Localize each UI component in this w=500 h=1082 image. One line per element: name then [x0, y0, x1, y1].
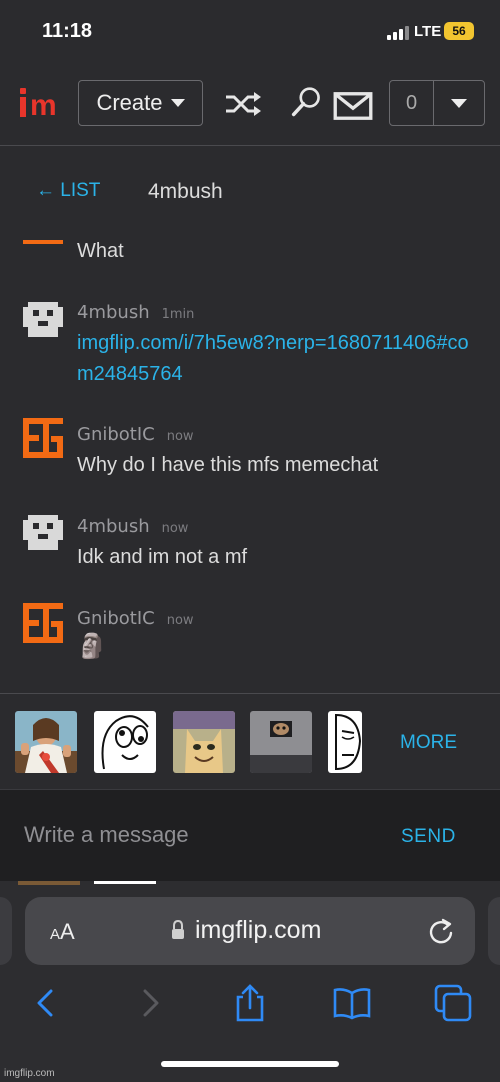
avatar[interactable]	[23, 418, 63, 458]
thumbnail-buddy-christ[interactable]	[15, 711, 77, 773]
notification-count-button[interactable]: 0	[389, 80, 434, 126]
status-bar: 11:18 LTE 56	[0, 0, 500, 60]
message-composer: Write a message SEND	[0, 789, 500, 881]
text-size-small: A	[50, 926, 61, 943]
mail-icon[interactable]	[333, 90, 373, 122]
username-text[interactable]: GnibotIC	[77, 424, 155, 445]
site-header: m Create 0	[0, 60, 500, 146]
url-domain[interactable]: imgflip.com	[195, 916, 321, 945]
message-link[interactable]: imgflip.com/i/7h5ew8?nerp=1680711406#com…	[77, 328, 477, 390]
thumbnail-smiling-cat[interactable]	[173, 711, 235, 773]
imgflip-logo[interactable]: m	[18, 88, 62, 122]
username-text[interactable]: 4mbush	[77, 516, 150, 537]
back-icon[interactable]	[26, 983, 66, 1023]
previous-tab-peek[interactable]	[0, 897, 12, 965]
bookmarks-icon[interactable]	[332, 983, 372, 1023]
next-tab-peek[interactable]	[488, 897, 500, 965]
create-button[interactable]: Create	[78, 80, 203, 126]
send-button[interactable]: SEND	[401, 826, 456, 848]
back-to-list-link[interactable]: ← LIST	[36, 180, 100, 202]
chat-title: 4mbush	[148, 180, 223, 203]
message-time: now	[166, 613, 194, 628]
forward-icon	[143, 989, 159, 1017]
message-time: 1min	[161, 307, 195, 322]
text-size-button[interactable]: AA	[50, 919, 75, 945]
thumbnail-okay-guy[interactable]	[328, 711, 362, 773]
message-input[interactable]: Write a message	[24, 822, 189, 848]
username-text[interactable]: GnibotIC	[77, 608, 155, 629]
content-peek	[18, 881, 156, 885]
notifications-dropdown-button[interactable]	[433, 80, 485, 126]
notification-count: 0	[405, 91, 418, 114]
create-label: Create	[96, 90, 163, 115]
avatar-placeholder	[23, 240, 63, 244]
moai-emoji: 🗿	[77, 633, 107, 660]
avatar[interactable]	[23, 297, 63, 337]
lock-icon	[172, 920, 184, 939]
caret-down-icon	[170, 99, 185, 107]
more-memes-button[interactable]: MORE	[400, 732, 457, 754]
address-bar[interactable]: AA imgflip.com	[25, 897, 475, 965]
username-text[interactable]: 4mbush	[77, 302, 150, 323]
signal-icon	[387, 26, 409, 40]
home-indicator	[161, 1061, 339, 1067]
avatar[interactable]	[23, 603, 63, 643]
shuffle-icon[interactable]	[224, 88, 264, 120]
avatar[interactable]	[23, 510, 63, 550]
status-time: 11:18	[42, 20, 93, 42]
browser-toolbar: AA imgflip.com imgflip.com	[0, 881, 500, 1082]
meme-template-strip: MORE	[0, 693, 500, 789]
reload-icon[interactable]	[427, 917, 455, 945]
share-icon[interactable]	[230, 983, 270, 1023]
message-username[interactable]: 4mbush now	[77, 516, 188, 537]
thumbnail-derp[interactable]	[94, 711, 156, 773]
search-icon[interactable]	[287, 86, 327, 118]
message-username[interactable]: GnibotIC now	[77, 608, 194, 629]
tabs-icon[interactable]	[433, 983, 473, 1023]
message-text: Idk and im not a mf	[77, 546, 248, 568]
imgflip-watermark: imgflip.com	[4, 1068, 55, 1079]
network-label: LTE	[414, 23, 442, 40]
message-username[interactable]: GnibotIC now	[77, 424, 194, 445]
thumbnail-ceiling-cat[interactable]	[250, 711, 312, 773]
message-text: Why do I have this mfs memechat	[77, 454, 379, 476]
message-time: now	[166, 429, 194, 444]
message-username[interactable]: 4mbush 1min	[77, 302, 194, 323]
message-time: now	[161, 521, 189, 536]
text-size-large: A	[60, 919, 75, 944]
battery-icon: 56	[444, 22, 474, 40]
message-text: What	[77, 240, 124, 262]
chevron-down-icon	[451, 98, 467, 108]
